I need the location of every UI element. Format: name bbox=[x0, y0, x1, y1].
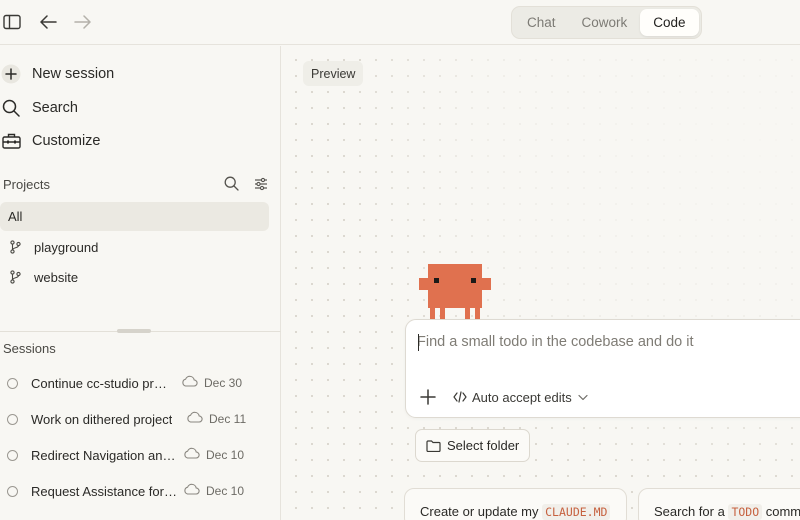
toolbox-icon bbox=[0, 130, 22, 152]
suggestion-code: CLAUDE.MD bbox=[542, 504, 611, 520]
new-session-label: New session bbox=[32, 66, 115, 82]
select-folder-button[interactable]: Select folder bbox=[415, 429, 531, 462]
tab-cowork[interactable]: Cowork bbox=[569, 9, 641, 36]
customize-button[interactable]: Customize bbox=[0, 128, 101, 154]
suggestion-card-claude-md[interactable]: Create or update my CLAUDE.MD bbox=[404, 488, 627, 520]
chevron-down-icon bbox=[578, 394, 588, 401]
suggestion-text: comment bbox=[765, 504, 800, 519]
session-item[interactable]: Continue cc-studio project Dec 30 bbox=[0, 372, 281, 394]
suggestion-text: Create or update my bbox=[420, 504, 543, 519]
suggestion-code: TODO bbox=[728, 504, 763, 520]
project-search-icon[interactable] bbox=[224, 176, 239, 196]
status-circle-icon bbox=[7, 450, 18, 461]
mode-switcher: Chat Cowork Code bbox=[511, 6, 702, 39]
status-circle-icon bbox=[7, 378, 18, 389]
search-label: Search bbox=[32, 100, 78, 116]
new-session-button[interactable]: New session bbox=[0, 61, 114, 87]
project-filter-all[interactable]: All bbox=[0, 202, 269, 231]
auto-accept-dropdown[interactable]: Auto accept edits bbox=[453, 386, 588, 408]
code-icon bbox=[453, 391, 467, 403]
suggestion-text: Search for a bbox=[654, 504, 729, 519]
select-folder-label: Select folder bbox=[447, 438, 520, 453]
cloud-icon bbox=[183, 483, 200, 498]
branch-icon bbox=[8, 240, 22, 254]
prompt-composer: Auto accept edits bbox=[405, 319, 800, 418]
plus-icon bbox=[420, 389, 436, 405]
projects-heading: Projects bbox=[3, 177, 50, 192]
session-item[interactable]: Work on dithered project Dec 11 bbox=[0, 408, 281, 430]
session-item[interactable]: Redirect Navigation and Routing Dec 10 bbox=[0, 444, 281, 466]
session-title: Work on dithered project bbox=[31, 411, 173, 427]
session-title: Request Assistance for Task bbox=[31, 483, 178, 499]
folder-icon bbox=[426, 439, 441, 452]
cloud-icon bbox=[183, 447, 200, 462]
mascot-icon bbox=[419, 264, 491, 325]
forward-arrow-icon[interactable] bbox=[71, 10, 95, 34]
project-label: playground bbox=[34, 239, 99, 255]
project-label: website bbox=[34, 269, 79, 285]
cloud-icon bbox=[186, 411, 203, 426]
status-circle-icon bbox=[7, 486, 18, 497]
session-date: Dec 30 bbox=[204, 376, 243, 390]
plus-icon bbox=[0, 63, 22, 85]
resize-handle[interactable] bbox=[117, 329, 151, 333]
session-date: Dec 11 bbox=[209, 412, 247, 426]
main-panel: Preview Auto accept edits bbox=[282, 46, 800, 520]
sidebar: New session Search Customize Projects Al… bbox=[0, 46, 281, 520]
branch-icon bbox=[8, 270, 22, 284]
session-title: Continue cc-studio project bbox=[31, 375, 172, 391]
session-title: Redirect Navigation and Routing bbox=[31, 447, 176, 463]
text-caret bbox=[418, 334, 419, 351]
add-attachment-button[interactable] bbox=[418, 387, 438, 407]
project-item-playground[interactable]: playground bbox=[8, 237, 98, 257]
back-arrow-icon[interactable] bbox=[36, 10, 60, 34]
preview-button[interactable]: Preview bbox=[303, 61, 364, 86]
background-glow bbox=[342, 46, 800, 486]
session-item[interactable]: Request Assistance for Task Dec 10 bbox=[0, 480, 281, 502]
session-date: Dec 10 bbox=[206, 448, 245, 462]
filter-icon[interactable] bbox=[254, 177, 268, 196]
suggestion-card-todo[interactable]: Search for a TODO comment bbox=[638, 488, 800, 520]
tab-code[interactable]: Code bbox=[640, 9, 699, 36]
search-icon bbox=[0, 97, 22, 119]
cloud-icon bbox=[181, 375, 198, 390]
sessions-heading: Sessions bbox=[3, 341, 56, 356]
tab-chat[interactable]: Chat bbox=[514, 9, 569, 36]
prompt-input[interactable] bbox=[417, 331, 797, 353]
session-date: Dec 10 bbox=[206, 484, 245, 498]
customize-label: Customize bbox=[32, 133, 101, 149]
auto-accept-label: Auto accept edits bbox=[472, 389, 572, 405]
top-bar: Chat Cowork Code bbox=[0, 0, 800, 45]
status-circle-icon bbox=[7, 414, 18, 425]
project-item-website[interactable]: website bbox=[8, 267, 78, 287]
sidebar-toggle-icon[interactable] bbox=[0, 10, 24, 34]
search-button[interactable]: Search bbox=[0, 95, 78, 121]
